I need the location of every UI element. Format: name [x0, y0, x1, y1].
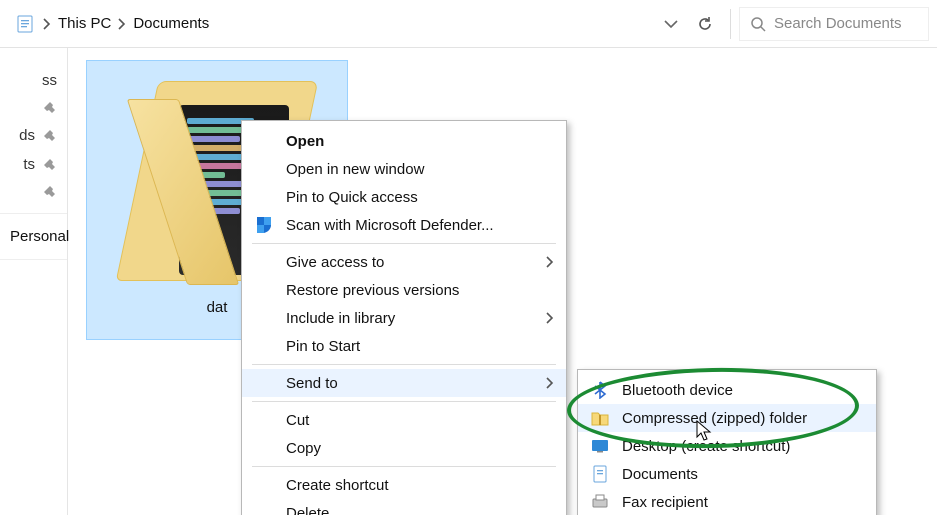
context-menu: Open Open in new window Pin to Quick acc…: [241, 120, 567, 515]
menu-item-label: Desktop (create shortcut): [622, 438, 790, 455]
menu-item-label: Include in library: [286, 310, 395, 327]
menu-item-pin-quick-access[interactable]: Pin to Quick access: [242, 183, 566, 211]
menu-item-label: Restore previous versions: [286, 282, 459, 299]
search-placeholder: Search Documents: [774, 15, 902, 32]
menu-item-label: Delete: [286, 505, 329, 515]
quick-access-item[interactable]: [0, 179, 67, 205]
menu-item-pin-to-start[interactable]: Pin to Start: [242, 332, 566, 360]
menu-item-cut[interactable]: Cut: [242, 406, 566, 434]
separator: [730, 9, 731, 39]
separator: [252, 243, 556, 244]
chevron-right-icon: [546, 312, 554, 324]
menu-item-open[interactable]: Open: [242, 127, 566, 155]
fax-icon: [590, 492, 610, 512]
menu-item-label: Create shortcut: [286, 477, 389, 494]
address-bar: This PC Documents Search Documents: [0, 0, 937, 48]
menu-item-label: Documents: [622, 466, 698, 483]
menu-item-include-in-library[interactable]: Include in library: [242, 304, 566, 332]
menu-item-create-shortcut[interactable]: Create shortcut: [242, 471, 566, 499]
menu-item-label: Open in new window: [286, 161, 424, 178]
menu-item-restore-versions[interactable]: Restore previous versions: [242, 276, 566, 304]
zip-folder-icon: [590, 408, 610, 428]
menu-item-label: Send to: [286, 375, 338, 392]
menu-item-label: Cut: [286, 412, 309, 429]
submenu-item-desktop-shortcut[interactable]: Desktop (create shortcut): [578, 432, 876, 460]
navigation-sidebar: ss ds ts Personal: [0, 48, 68, 515]
quick-access-item[interactable]: ds: [0, 121, 67, 150]
menu-item-delete[interactable]: Delete: [242, 499, 566, 515]
pin-icon: [43, 185, 57, 199]
menu-item-label: Open: [286, 133, 324, 150]
menu-item-label: Fax recipient: [622, 494, 708, 511]
address-dropdown-button[interactable]: [654, 8, 688, 40]
menu-item-label: Scan with Microsoft Defender...: [286, 217, 494, 234]
sidebar-item-label: ts: [23, 156, 35, 173]
separator: [252, 401, 556, 402]
folder-label: dat: [207, 299, 228, 316]
desktop-icon: [590, 436, 610, 456]
separator: [0, 259, 67, 260]
bluetooth-icon: [590, 380, 610, 400]
menu-item-label: Give access to: [286, 254, 384, 271]
quick-access-item[interactable]: ss: [0, 66, 67, 95]
menu-item-label: Pin to Start: [286, 338, 360, 355]
separator: [252, 466, 556, 467]
shield-icon: [254, 215, 274, 235]
send-to-submenu: Bluetooth device Compressed (zipped) fol…: [577, 369, 877, 515]
menu-item-copy[interactable]: Copy: [242, 434, 566, 462]
location-icon: [14, 14, 36, 34]
menu-item-send-to[interactable]: Send to: [242, 369, 566, 397]
menu-item-give-access-to[interactable]: Give access to: [242, 248, 566, 276]
quick-access-item[interactable]: ts: [0, 150, 67, 179]
menu-item-label: Pin to Quick access: [286, 189, 418, 206]
pin-icon: [43, 158, 57, 172]
chevron-right-icon: [42, 18, 52, 30]
chevron-right-icon: [117, 18, 127, 30]
sidebar-item-label: ds: [19, 127, 35, 144]
menu-item-label: Compressed (zipped) folder: [622, 410, 807, 427]
separator: [0, 213, 67, 214]
submenu-item-bluetooth[interactable]: Bluetooth device: [578, 376, 876, 404]
sidebar-section-personal[interactable]: Personal: [0, 222, 67, 251]
search-icon: [750, 16, 766, 32]
refresh-button[interactable]: [688, 8, 722, 40]
separator: [252, 364, 556, 365]
submenu-item-fax[interactable]: Fax recipient: [578, 488, 876, 515]
pin-icon: [43, 129, 57, 143]
menu-item-label: Copy: [286, 440, 321, 457]
submenu-item-documents[interactable]: Documents: [578, 460, 876, 488]
quick-access-item[interactable]: [0, 95, 67, 121]
menu-item-scan-defender[interactable]: Scan with Microsoft Defender...: [242, 211, 566, 239]
chevron-right-icon: [546, 377, 554, 389]
sidebar-item-label: ss: [42, 72, 57, 89]
menu-item-label: Bluetooth device: [622, 382, 733, 399]
pin-icon: [43, 101, 57, 115]
documents-icon: [590, 464, 610, 484]
chevron-right-icon: [546, 256, 554, 268]
search-input[interactable]: Search Documents: [739, 7, 929, 41]
menu-item-open-new-window[interactable]: Open in new window: [242, 155, 566, 183]
breadcrumb-this-pc[interactable]: This PC: [52, 11, 117, 36]
submenu-item-compressed-folder[interactable]: Compressed (zipped) folder: [578, 404, 876, 432]
breadcrumb-documents[interactable]: Documents: [127, 11, 215, 36]
